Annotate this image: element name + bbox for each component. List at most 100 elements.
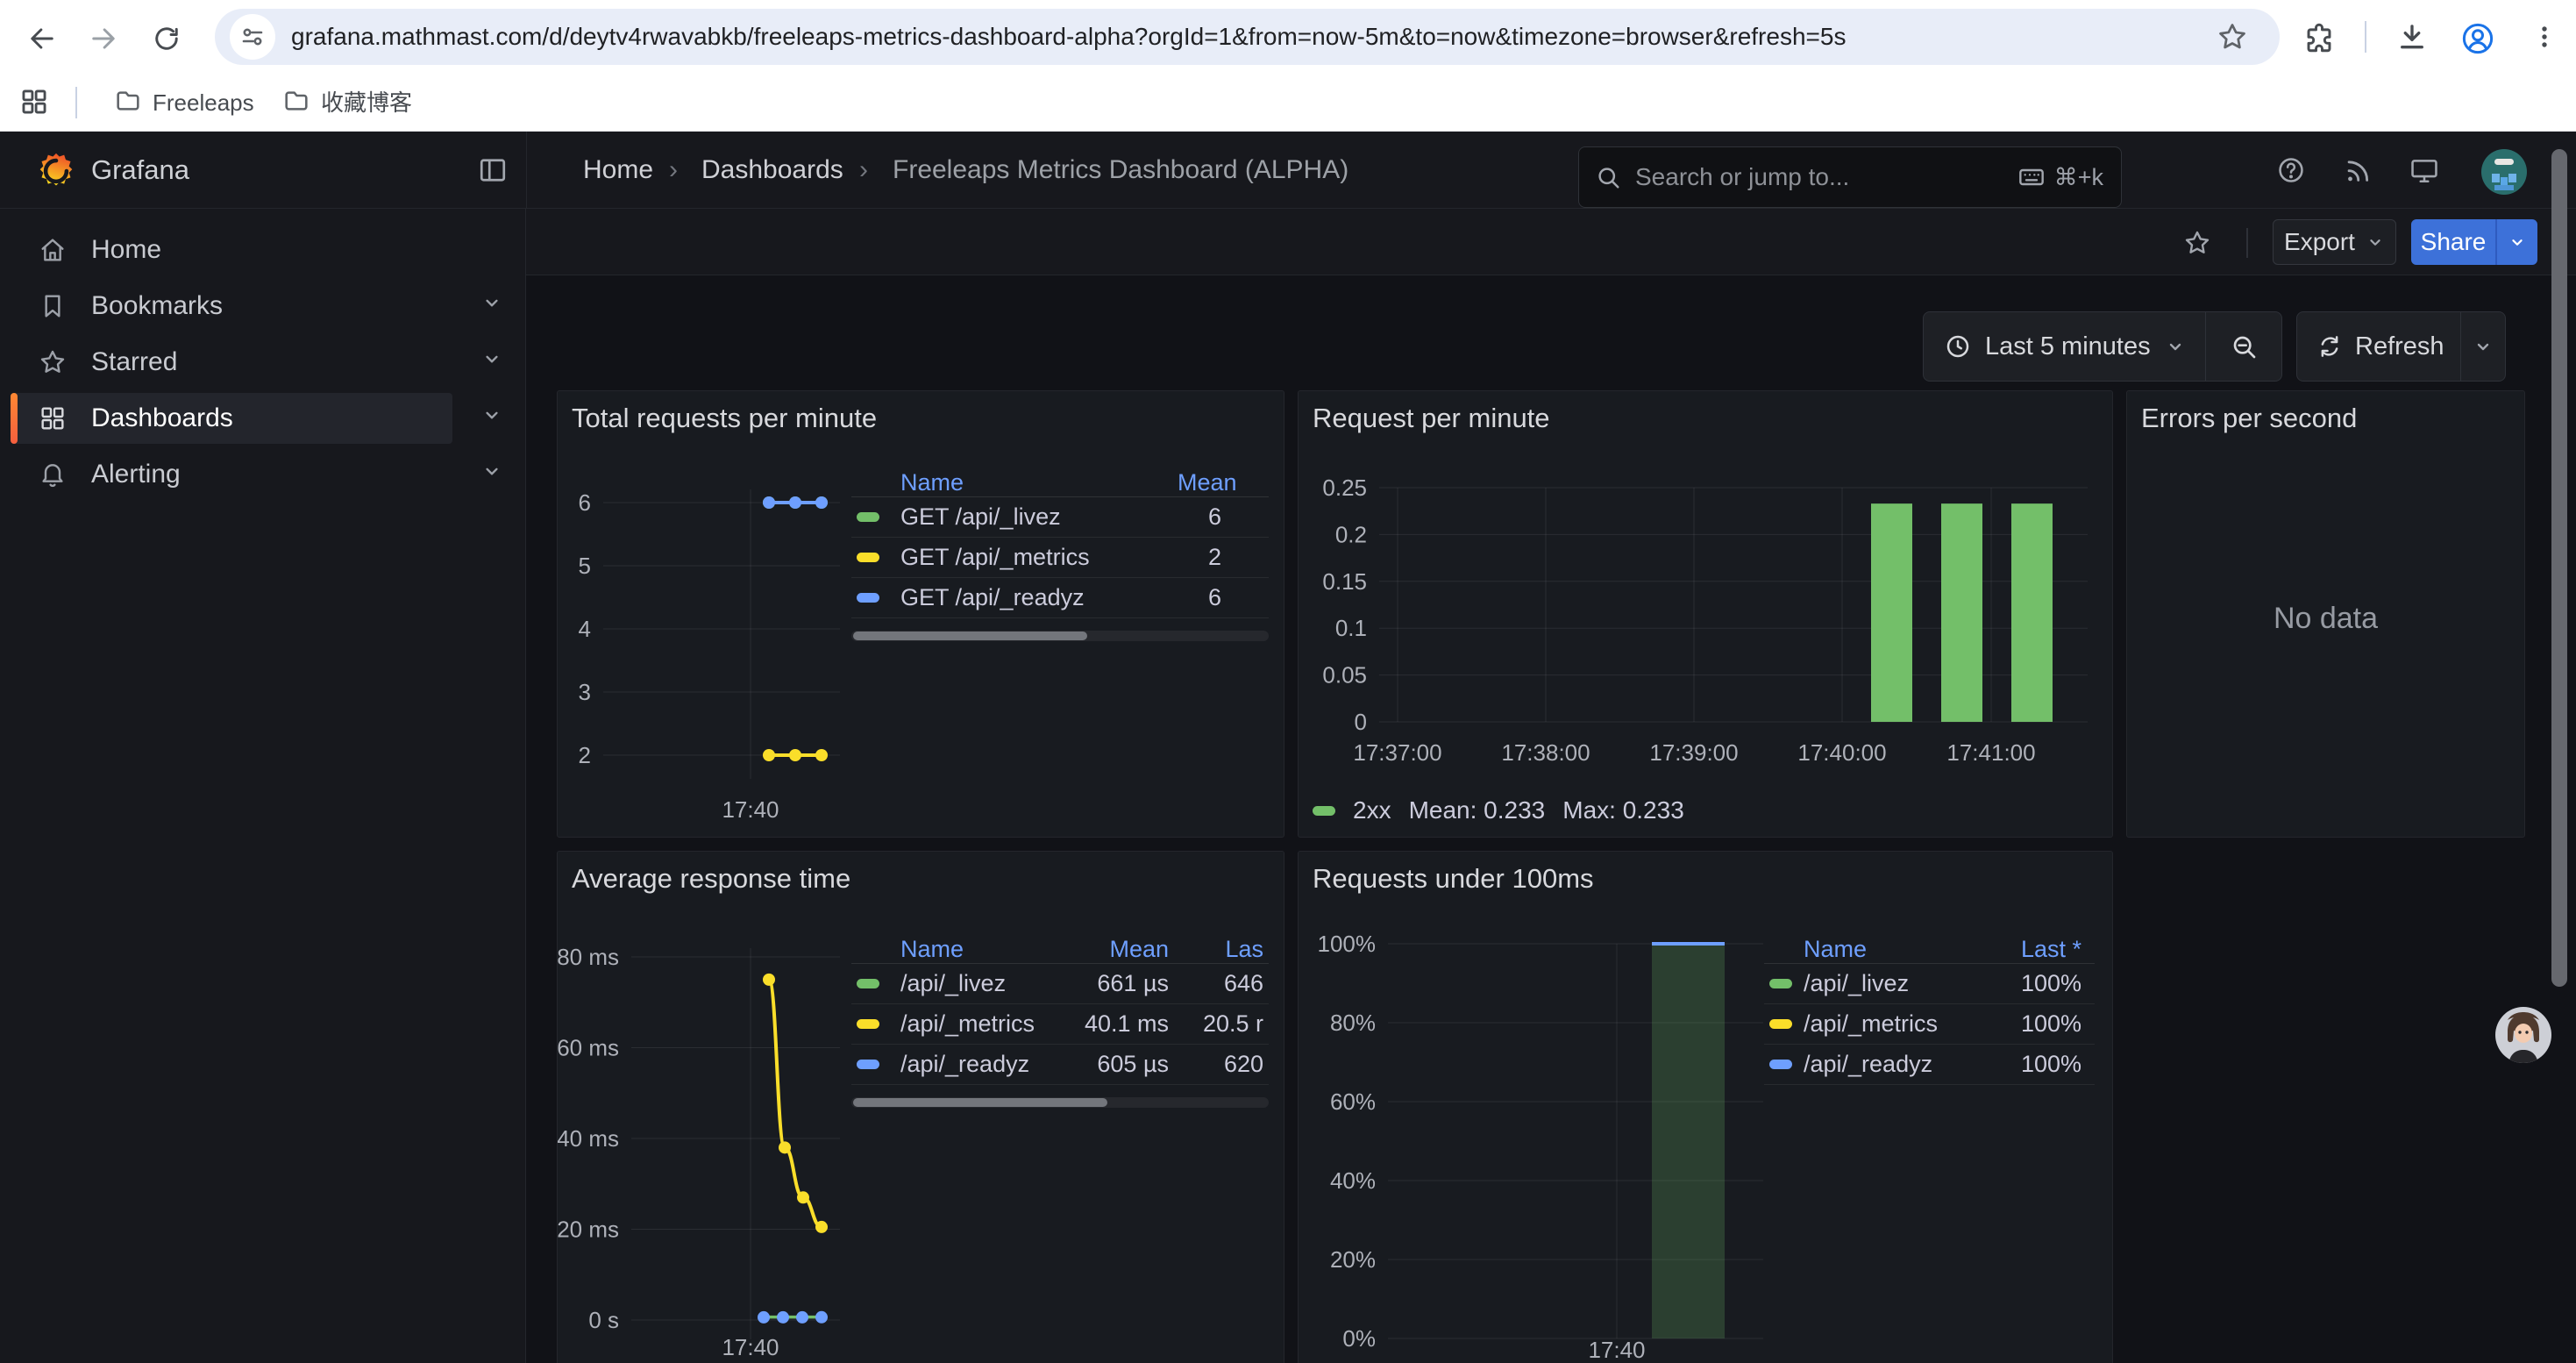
series-color-pill[interactable] xyxy=(857,1019,879,1029)
series-color-pill[interactable] xyxy=(857,1060,879,1069)
dock-menu-icon[interactable] xyxy=(477,154,509,186)
refresh-interval-dropdown[interactable] xyxy=(2461,336,2505,357)
page-scrollbar[interactable] xyxy=(2551,149,2567,987)
grafana-brand[interactable]: Grafana xyxy=(91,132,189,209)
search-input[interactable]: Search or jump to... ⌘+k xyxy=(1578,146,2122,208)
legend-column-header[interactable]: Name xyxy=(900,936,1064,963)
legend-scrollbar-thumb[interactable] xyxy=(853,632,1087,640)
legend-row[interactable]: /api/_readyz100% xyxy=(1764,1045,2095,1085)
series-pill xyxy=(851,512,900,522)
legend-column-header[interactable]: Name xyxy=(1804,936,1989,963)
legend-row[interactable]: /api/_livez661 µs646 xyxy=(851,964,1269,1004)
legend-column-header[interactable]: Last * xyxy=(1989,936,2095,963)
series-color-pill[interactable] xyxy=(857,512,879,522)
breadcrumb-separator: › xyxy=(653,132,694,209)
share-button[interactable]: Share xyxy=(2411,219,2495,265)
chevron-down-icon[interactable] xyxy=(480,460,503,489)
browser-menu-icon[interactable] xyxy=(2529,21,2560,53)
series-color-pill[interactable] xyxy=(857,593,879,603)
data-point xyxy=(758,1311,770,1324)
series-color-pill[interactable] xyxy=(1769,1019,1792,1029)
bookmark-item[interactable]: Freeleaps xyxy=(153,74,254,132)
series-color-pill[interactable] xyxy=(1769,1060,1792,1069)
legend-column-header[interactable]: Las xyxy=(1169,936,1269,963)
data-point xyxy=(815,1311,828,1324)
browser-reload-icon[interactable] xyxy=(151,23,182,54)
legend-row[interactable]: GET /api/_readyz6 xyxy=(851,578,1269,618)
apps-grid-icon[interactable] xyxy=(19,87,49,117)
panel-title[interactable]: Errors per second xyxy=(2141,403,2357,434)
legend-series-name[interactable]: GET /api/_livez xyxy=(900,503,1178,531)
chevron-down-icon[interactable] xyxy=(480,347,503,377)
legend-series-name[interactable]: /api/_readyz xyxy=(1804,1051,1989,1078)
legend-header: NameLast * xyxy=(1764,935,2095,964)
legend-series-name[interactable]: /api/_livez xyxy=(900,970,1064,997)
chevron-down-icon[interactable] xyxy=(480,403,503,433)
legend-column-header[interactable]: Mean xyxy=(1064,936,1169,963)
monitor-icon[interactable] xyxy=(2409,155,2439,185)
svg-text:100%: 100% xyxy=(1318,931,1377,957)
legend-row[interactable]: GET /api/_metrics2 xyxy=(851,538,1269,578)
legend-column-header[interactable]: Mean xyxy=(1178,469,1269,496)
share-menu-button[interactable] xyxy=(2495,219,2537,265)
series-color-pill[interactable] xyxy=(1769,979,1792,988)
legend-series-name[interactable]: /api/_livez xyxy=(1804,970,1989,997)
grafana-logo[interactable] xyxy=(37,152,75,190)
legend-scrollbar[interactable] xyxy=(851,631,1269,641)
news-rss-icon[interactable] xyxy=(2343,155,2373,185)
profile-icon[interactable] xyxy=(2460,21,2495,56)
legend-series-name[interactable]: /api/_metrics xyxy=(1804,1010,1989,1038)
browser-back-icon[interactable] xyxy=(26,23,58,54)
legend-row[interactable]: GET /api/_livez6 xyxy=(851,497,1269,538)
export-button[interactable]: Export xyxy=(2273,219,2396,265)
legend-series-name[interactable]: /api/_metrics xyxy=(900,1010,1064,1038)
series-color-pill[interactable] xyxy=(857,979,879,988)
sidebar-item-label: Home xyxy=(91,235,161,265)
actions-divider xyxy=(2246,228,2248,258)
sidebar-item-dashboards[interactable]: Dashboards xyxy=(11,393,452,444)
floating-assistant-avatar[interactable] xyxy=(2494,1006,2552,1064)
browser-forward-icon[interactable] xyxy=(88,23,119,54)
legend-series-name[interactable]: GET /api/_readyz xyxy=(900,584,1178,611)
search-icon xyxy=(1595,164,1621,190)
legend-scrollbar[interactable] xyxy=(851,1097,1269,1108)
chevron-down-icon xyxy=(2366,232,2385,252)
bar xyxy=(2011,503,2053,722)
bookmark-item[interactable]: 收藏博客 xyxy=(321,74,412,132)
user-avatar[interactable] xyxy=(2480,148,2528,200)
url-text[interactable]: grafana.mathmast.com/d/deytv4rwavabkb/fr… xyxy=(291,0,1846,74)
time-range-picker[interactable]: Last 5 minutes xyxy=(1985,332,2151,361)
legend-row[interactable]: /api/_readyz605 µs620 xyxy=(851,1045,1269,1085)
help-icon[interactable] xyxy=(2276,155,2306,185)
legend-value: 40.1 ms xyxy=(1064,1010,1169,1038)
data-point xyxy=(763,496,775,509)
downloads-icon[interactable] xyxy=(2395,21,2429,54)
legend-scrollbar-thumb[interactable] xyxy=(853,1098,1107,1107)
requests-under-100ms-chart: 100%80%60%40%20%0%17:40 xyxy=(1299,852,2112,1362)
extensions-icon[interactable] xyxy=(2302,21,2336,54)
legend-series-name[interactable]: /api/_readyz xyxy=(900,1051,1064,1078)
series-color-pill[interactable] xyxy=(857,553,879,562)
legend-series-name[interactable]: GET /api/_metrics xyxy=(900,544,1178,571)
folder-icon xyxy=(282,87,310,115)
legend-column-header[interactable]: Name xyxy=(900,469,1178,496)
favorite-star-icon[interactable] xyxy=(2183,229,2211,257)
bookmark-star-icon[interactable] xyxy=(2217,21,2248,53)
sidebar-item-alerting[interactable]: Alerting xyxy=(11,449,452,500)
sidebar-item-starred[interactable]: Starred xyxy=(11,337,452,388)
breadcrumb-dashboards[interactable]: Dashboards xyxy=(701,132,843,209)
svg-text:0 s: 0 s xyxy=(588,1307,619,1333)
data-point xyxy=(789,496,801,509)
breadcrumb-home[interactable]: Home xyxy=(583,132,653,209)
legend-row[interactable]: /api/_livez100% xyxy=(1764,964,2095,1004)
legend-value: 100% xyxy=(1989,1010,2095,1038)
refresh-button[interactable]: Refresh xyxy=(2355,332,2444,361)
zoom-out-icon[interactable] xyxy=(2206,332,2281,360)
series-pill xyxy=(851,1019,900,1029)
legend-row[interactable]: /api/_metrics40.1 ms20.5 r xyxy=(851,1004,1269,1045)
chart-legend[interactable]: 2xx Mean: 0.233 Max: 0.233 xyxy=(1313,796,1684,824)
sidebar-item-home[interactable]: Home xyxy=(11,225,452,275)
chevron-down-icon[interactable] xyxy=(480,291,503,321)
sidebar-item-bookmarks[interactable]: Bookmarks xyxy=(11,281,452,332)
legend-row[interactable]: /api/_metrics100% xyxy=(1764,1004,2095,1045)
